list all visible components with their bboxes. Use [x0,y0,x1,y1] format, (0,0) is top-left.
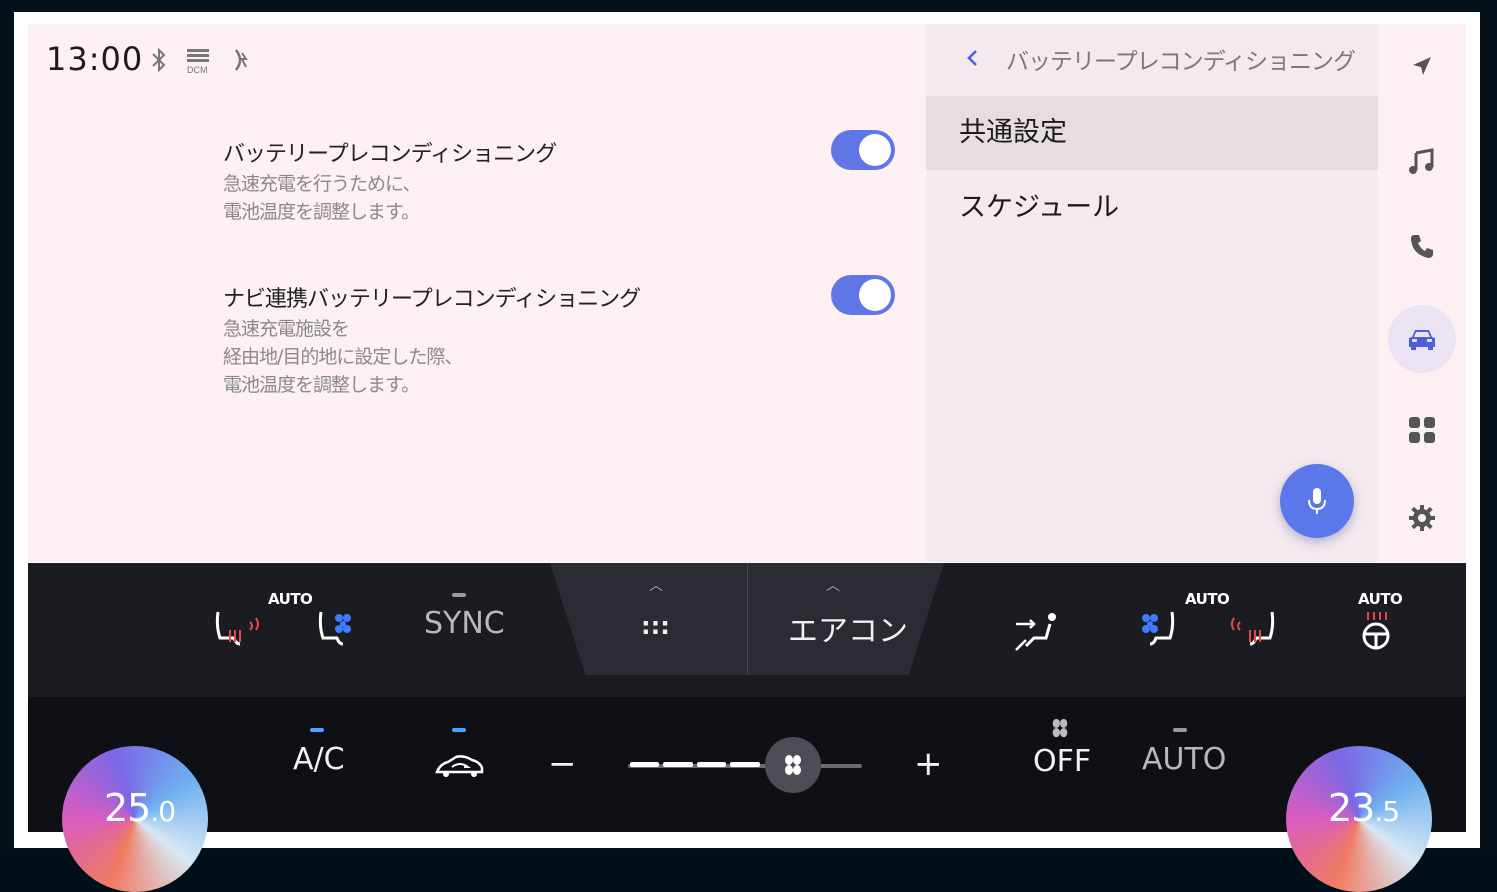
recirc-indicator [452,728,466,732]
menu-item-schedule[interactable]: スケジュール [926,171,1378,245]
car-icon[interactable] [1400,317,1444,361]
phone-icon[interactable] [1400,224,1444,268]
ac-button[interactable]: A/C [293,742,345,777]
fan-increase-button[interactable]: + [914,744,943,784]
seat-auto-label-right: AUTO [1185,590,1230,608]
navigation-icon[interactable] [1400,44,1444,88]
toggle-knob [859,134,891,166]
chevron-up-icon: ︿ [826,578,840,594]
tab-divider [747,563,748,675]
fan-decrease-button[interactable]: − [548,744,577,784]
fan-level-segment [696,762,727,767]
bluetooth-icon [150,46,168,79]
temp-left-decimal: .0 [150,795,176,828]
setting-title: ナビ連携バッテリープレコンディショニング [223,287,641,312]
seat-vent-right-icon[interactable] [1138,608,1178,652]
temp-right: 23.5 [1328,786,1400,830]
wheel-auto-label: AUTO [1358,590,1403,608]
airflow-mode-icon[interactable] [1012,610,1062,660]
setting-description: 急速充電施設を 経由地/目的地に設定した際、 電池温度を調整します。 [223,315,640,399]
wireless-charge-icon [232,46,254,79]
sync-indicator [452,593,466,597]
steering-heater-icon[interactable] [1356,610,1396,654]
toggle-nav-battery-precondition[interactable] [831,275,895,315]
settings-icon[interactable] [1400,496,1444,540]
voice-button[interactable] [1280,464,1354,538]
desc-line: 電池温度を調整します。 [223,374,420,396]
fan-level-segment [630,762,660,767]
seat-auto-label-left: AUTO [268,590,313,608]
desc-line: 電池温度を調整します。 [223,201,420,223]
status-clock: 13:00 [46,40,144,78]
fan-level-segment [730,762,760,767]
toggle-battery-precondition[interactable] [831,130,895,170]
sync-button[interactable]: SYNC [424,606,505,641]
seat-heater-left-icon[interactable] [212,608,264,654]
setting-description: 急速充電を行うために、 電池温度を調整します。 [223,170,556,226]
seat-vent-left-icon[interactable] [315,608,355,652]
temp-left: 25.0 [104,786,176,830]
apps-icon[interactable] [1400,408,1444,452]
desc-line: 経由地/目的地に設定した際、 [223,346,463,368]
fan-off-icon [1049,717,1071,743]
fan-slider-handle[interactable] [765,737,821,793]
setting-battery-precondition: バッテリープレコンディショニング 急速充電を行うために、 電池温度を調整します。 [223,136,557,226]
temp-right-whole: 23 [1328,786,1375,830]
setting-title: バッテリープレコンディショニング [223,142,557,167]
desc-line: 急速充電施設を [223,318,350,340]
toggle-knob [859,279,891,311]
panel-title: バッテリープレコンディショニング [1006,49,1356,75]
climate-menu-button[interactable]: ::: [641,612,670,640]
app-rail [1378,24,1466,562]
auto-indicator [1173,728,1187,732]
fan-icon [785,755,801,775]
recirculation-icon[interactable] [434,752,486,784]
auto-button[interactable]: AUTO [1142,742,1226,777]
svg-text:DCM: DCM [187,65,208,75]
menu-item-common-settings[interactable]: 共通設定 [926,96,1378,170]
dcm-icon: DCM [185,47,211,80]
temp-right-decimal: .5 [1374,795,1400,828]
ac-indicator [310,728,324,732]
microphone-icon [1308,488,1326,514]
seat-heater-right-icon[interactable] [1226,608,1278,654]
chevron-up-icon: ︿ [649,578,663,594]
fan-level-segment [663,762,693,767]
fan-off-button[interactable]: OFF [1033,744,1091,779]
aircon-tab[interactable]: エアコン [788,606,908,650]
temp-left-whole: 25 [104,786,151,830]
setting-nav-battery-precondition: ナビ連携バッテリープレコンディショニング 急速充電施設を 経由地/目的地に設定し… [223,281,641,399]
back-chevron-icon[interactable] [965,46,981,76]
desc-line: 急速充電を行うために、 [223,173,421,195]
music-icon[interactable] [1400,140,1444,184]
